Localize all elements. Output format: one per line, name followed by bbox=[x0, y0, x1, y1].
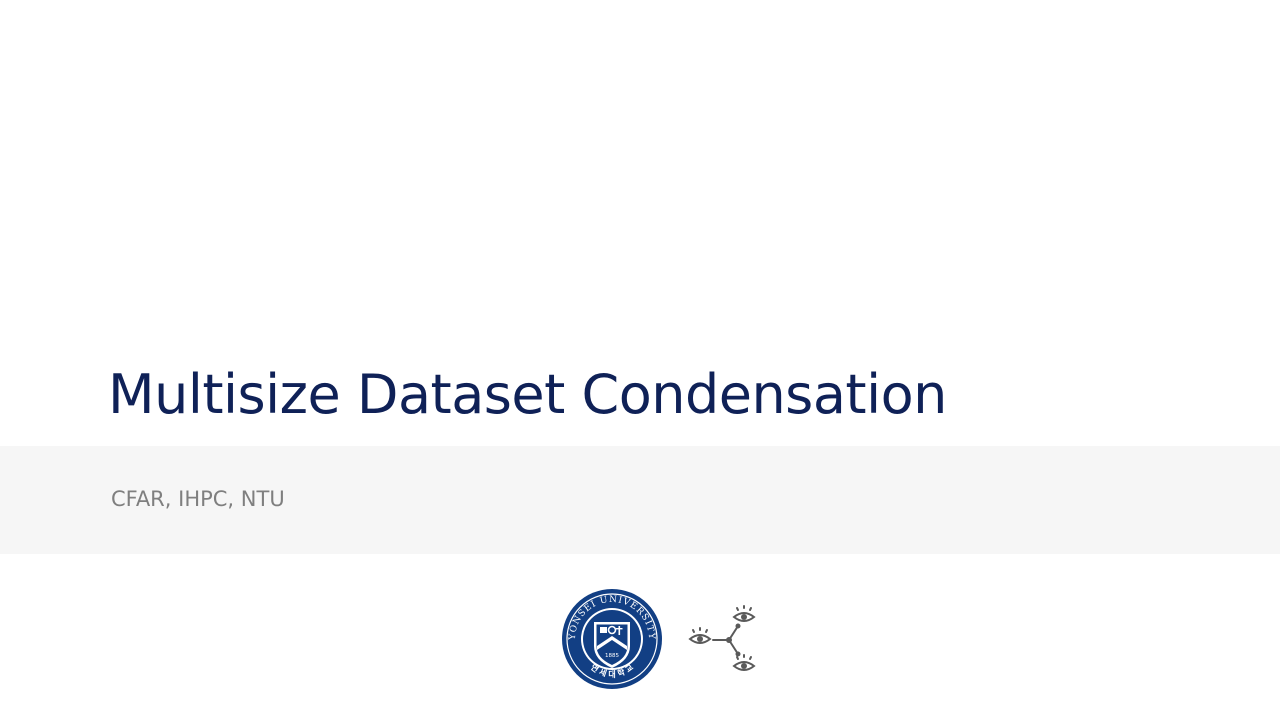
slide-subtitle: CFAR, IHPC, NTU bbox=[111, 487, 285, 511]
title-slide: Multisize Dataset Condensation CFAR, IHP… bbox=[0, 0, 1280, 720]
seal-year: 1885 bbox=[605, 653, 619, 659]
slide-title: Multisize Dataset Condensation bbox=[108, 363, 947, 426]
yonsei-university-seal-icon: YONSEI UNIVERSITY 연 세 대 학 교 1885 bbox=[562, 589, 662, 689]
eyes-network-logo-icon bbox=[688, 605, 756, 671]
